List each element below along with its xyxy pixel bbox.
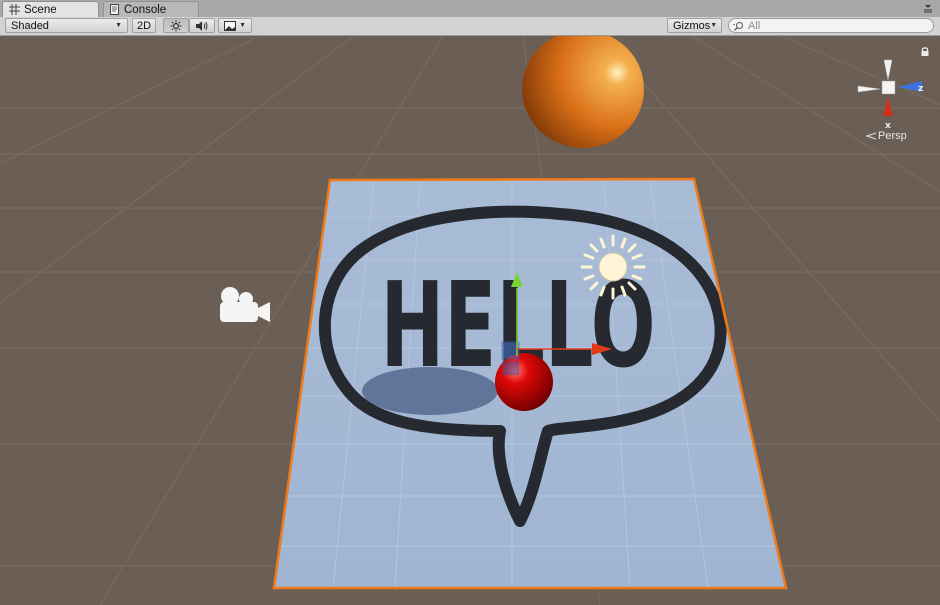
tab-menu-icon[interactable] — [922, 2, 934, 14]
tab-scene-label: Scene — [24, 3, 57, 16]
search-field[interactable] — [728, 18, 934, 33]
scene-window: Scene Console Shaded ▼ 2D ▼ Gizmos ▼ All… — [0, 0, 940, 605]
lighting-toggle-button[interactable] — [163, 18, 189, 33]
2d-toggle-button[interactable]: 2D — [132, 18, 156, 33]
scene-viewport[interactable]: HELLO z x Persp — [0, 36, 940, 605]
gizmos-dropdown[interactable]: Gizmos ▼ — [667, 18, 722, 33]
lock-icon[interactable] — [920, 46, 930, 56]
tab-bar: Scene Console — [0, 0, 940, 18]
grid-icon — [9, 4, 20, 15]
audio-toggle-button[interactable] — [189, 18, 215, 33]
orange-sphere[interactable] — [522, 36, 644, 148]
scene-toolbar: Shaded ▼ 2D ▼ Gizmos ▼ — [0, 17, 940, 36]
search-icon — [733, 21, 743, 31]
2d-label: 2D — [136, 19, 152, 32]
tab-console-label: Console — [124, 3, 167, 16]
chevron-down-icon: ▼ — [115, 22, 122, 29]
axis-x-label: x — [885, 121, 891, 130]
console-icon — [110, 4, 119, 15]
perspective-icon — [866, 132, 876, 140]
search-input[interactable] — [748, 19, 918, 32]
tab-console[interactable]: Console — [103, 1, 199, 17]
draw-mode-dropdown[interactable]: Shaded ▼ — [5, 18, 128, 33]
chevron-down-icon: ▼ — [239, 22, 246, 29]
axis-z-label: z — [918, 84, 923, 94]
gizmos-label: Gizmos — [673, 19, 711, 32]
draw-mode-label: Shaded — [11, 19, 49, 32]
sun-icon — [170, 20, 182, 31]
effects-dropdown[interactable]: ▼ — [218, 18, 252, 33]
scene-render: HELLO — [0, 36, 940, 605]
image-icon — [224, 20, 236, 31]
projection-toggle[interactable]: Persp — [866, 130, 907, 142]
speaker-icon — [196, 20, 208, 31]
projection-label: Persp — [878, 130, 907, 142]
ground-plane[interactable]: HELLO — [0, 177, 940, 590]
tab-scene[interactable]: Scene — [2, 1, 99, 17]
light-gizmo[interactable] — [580, 234, 646, 300]
camera-gizmo[interactable] — [220, 287, 270, 322]
chevron-down-icon: ▼ — [710, 22, 718, 29]
orientation-gizmo[interactable]: z x — [856, 58, 926, 130]
